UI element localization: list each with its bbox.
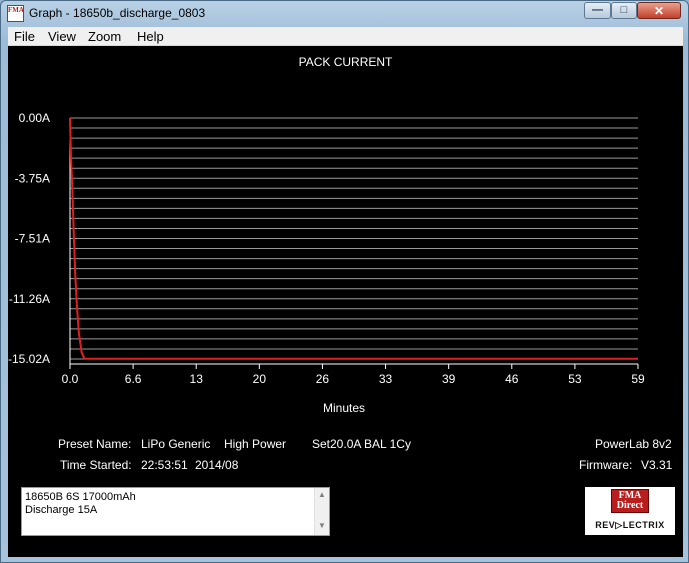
x-tick-label: 0.0	[62, 372, 79, 386]
firmware-value: V3.31	[641, 458, 673, 472]
pack-current-chart: 0.00A -3.75A -7.51A -11.26A -15.02A 0.0 6.6 13…	[8, 111, 645, 415]
x-tick-label: 6.6	[125, 372, 142, 386]
x-tick-label: 59	[631, 372, 645, 386]
x-tick-label: 39	[442, 372, 456, 386]
menu-bar: File View Zoom Help	[8, 27, 683, 46]
fma-direct-logo: FMA Direct	[611, 489, 649, 513]
maximize-button[interactable]: □	[611, 2, 637, 19]
scroll-down-icon[interactable]: ▼	[318, 521, 326, 530]
notes-text: 18650B 6S 17000mAh Discharge 15A	[25, 491, 136, 516]
menu-view[interactable]: View	[48, 29, 76, 44]
menu-zoom[interactable]: Zoom	[88, 29, 121, 44]
graph-window: FMA Graph - 18650b_discharge_0803 — □ ✕ …	[0, 0, 689, 563]
menu-file[interactable]: File	[14, 29, 35, 44]
x-tick-label: 20	[253, 372, 267, 386]
x-tick-label: 26	[316, 372, 330, 386]
y-tick-label: -7.51A	[15, 232, 50, 246]
graph-area: PACK CURRENT Charge Amps Discharge Amps …	[8, 46, 683, 557]
close-icon: ✕	[653, 3, 665, 18]
fma-revolectrix-logo: FMA Direct REV▷LECTRIX	[585, 487, 675, 535]
preset-set: Set20.0A BAL 1Cy	[312, 437, 411, 451]
notes-scrollbar[interactable]: ▲ ▼	[314, 488, 329, 535]
close-button[interactable]: ✕	[637, 2, 681, 19]
y-tick-label: -15.02A	[8, 352, 50, 366]
window-title: Graph - 18650b_discharge_0803	[29, 6, 206, 20]
device-name: PowerLab 8v2	[595, 437, 672, 451]
title-bar[interactable]: FMA Graph - 18650b_discharge_0803 — □ ✕	[1, 1, 688, 27]
preset-mode: High Power	[224, 437, 287, 451]
fma-app-icon[interactable]: FMA	[7, 5, 24, 22]
preset-label: Preset Name:	[58, 437, 132, 451]
time-date: 2014/08	[195, 458, 239, 472]
time-value: 22:53:51	[141, 458, 188, 472]
preset-value: LiPo Generic	[141, 437, 211, 451]
firmware-label: Firmware:	[579, 458, 633, 472]
x-tick-label: 46	[505, 372, 519, 386]
minimize-icon: —	[592, 4, 603, 16]
y-tick-label: -11.26A	[9, 292, 50, 306]
x-tick-label: 53	[568, 372, 582, 386]
time-label: Time Started:	[60, 458, 132, 472]
notes-textbox[interactable]: 18650B 6S 17000mAh Discharge 15A ▲ ▼	[21, 487, 330, 536]
menu-help[interactable]: Help	[137, 29, 164, 44]
scroll-up-icon[interactable]: ▲	[318, 490, 326, 499]
revolectrix-logo: REV▷LECTRIX	[595, 520, 665, 530]
x-tick-label: 13	[190, 372, 204, 386]
x-tick-label: 33	[379, 372, 393, 386]
y-tick-label: 0.00A	[19, 111, 50, 125]
maximize-icon: □	[620, 4, 628, 16]
y-tick-label: -3.75A	[15, 171, 50, 185]
x-axis-label: Minutes	[323, 401, 365, 415]
minimize-button[interactable]: —	[584, 2, 611, 19]
app-icon-text: FMA	[8, 6, 24, 14]
